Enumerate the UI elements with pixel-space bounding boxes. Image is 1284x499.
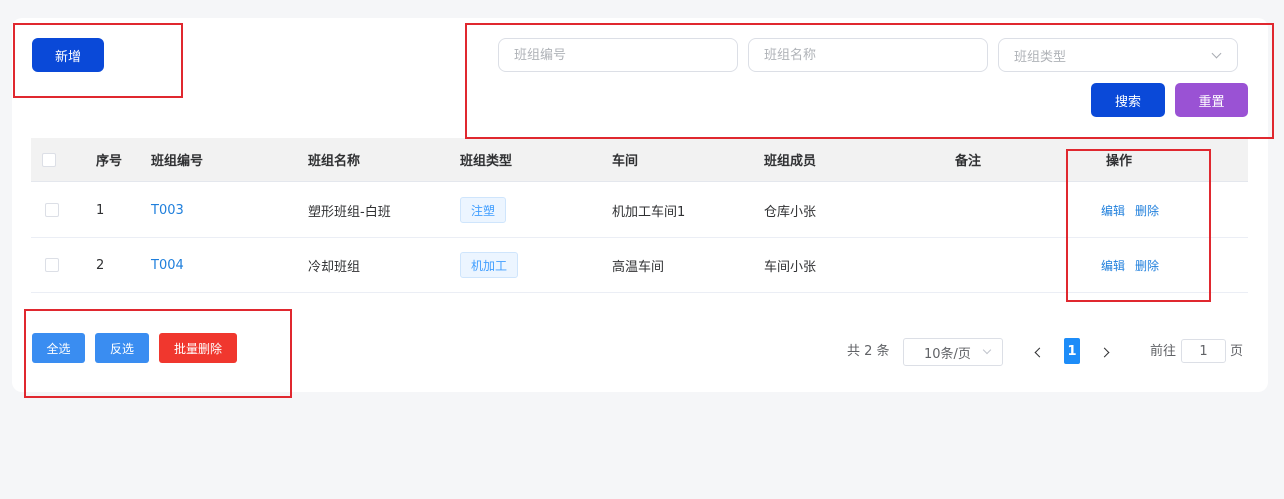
- row-actions: 编辑 删除: [1101, 183, 1169, 237]
- pagination-total: 共 2 条: [847, 344, 890, 359]
- header-remark: 备注: [955, 154, 982, 169]
- row-checkbox-cell: [45, 183, 59, 237]
- chevron-down-icon: [982, 345, 992, 355]
- goto-page-input[interactable]: [1181, 339, 1226, 363]
- type-tag: 注塑: [460, 197, 507, 223]
- edit-link[interactable]: 编辑: [1101, 202, 1125, 219]
- goto-label: 前往: [1150, 344, 1177, 359]
- row-type-cell: 机加工: [460, 238, 519, 292]
- delete-link[interactable]: 删除: [1135, 202, 1159, 219]
- row-type-cell: 注塑: [460, 183, 507, 237]
- header-code: 班组编号: [151, 154, 204, 169]
- search-button[interactable]: 搜索: [1091, 83, 1165, 117]
- row-name: 冷却班组: [308, 259, 361, 275]
- header-actions: 操作: [1106, 154, 1133, 169]
- page-size-value: 10条/页: [924, 346, 971, 362]
- row-checkbox-cell: [45, 238, 59, 292]
- row-code-link[interactable]: T004: [151, 238, 184, 292]
- goto-suffix: 页: [1230, 344, 1244, 359]
- row-members: 车间小张: [764, 259, 817, 275]
- team-code-input[interactable]: [498, 38, 738, 72]
- header-workshop: 车间: [612, 154, 639, 169]
- delete-link[interactable]: 删除: [1135, 257, 1159, 274]
- table-row: 2 T004 冷却班组 机加工 高温车间 车间小张 编辑 删除: [31, 238, 1248, 293]
- next-page-button[interactable]: [1096, 338, 1116, 366]
- table-row: 1 T003 塑形班组-白班 注塑 机加工车间1 仓库小张 编辑 删除: [31, 183, 1248, 238]
- header-checkbox-cell: [42, 138, 56, 181]
- batch-delete-button[interactable]: 批量删除: [159, 333, 237, 363]
- row-index: 2: [96, 257, 105, 273]
- row-workshop: 机加工车间1: [612, 204, 686, 220]
- chevron-left-icon: [1034, 347, 1045, 357]
- row-name: 塑形班组-白班: [308, 204, 391, 220]
- row-code-link[interactable]: T003: [151, 183, 184, 237]
- invert-selection-button[interactable]: 反选: [95, 333, 149, 363]
- row-checkbox[interactable]: [45, 203, 59, 217]
- header-members: 班组成员: [764, 154, 817, 169]
- header-type: 班组类型: [460, 154, 513, 169]
- select-all-checkbox[interactable]: [42, 152, 56, 167]
- team-type-placeholder: 班组类型: [1014, 49, 1067, 65]
- page-size-select[interactable]: 10条/页: [903, 338, 1003, 366]
- row-index: 1: [96, 202, 105, 218]
- table-header: 序号 班组编号 班组名称 班组类型 车间 班组成员 备注 操作: [31, 138, 1248, 182]
- team-type-select[interactable]: 班组类型: [998, 38, 1238, 72]
- prev-page-button[interactable]: [1028, 338, 1048, 366]
- chevron-right-icon: [1099, 347, 1110, 357]
- add-button[interactable]: 新增: [32, 38, 104, 72]
- row-workshop: 高温车间: [612, 259, 665, 275]
- chevron-down-icon: [1211, 48, 1222, 58]
- select-all-button[interactable]: 全选: [32, 333, 85, 363]
- current-page-button[interactable]: 1: [1064, 338, 1080, 364]
- row-actions: 编辑 删除: [1101, 238, 1169, 292]
- type-tag: 机加工: [460, 252, 519, 278]
- team-name-input[interactable]: [748, 38, 988, 72]
- row-checkbox[interactable]: [45, 258, 59, 272]
- edit-link[interactable]: 编辑: [1101, 257, 1125, 274]
- reset-button[interactable]: 重置: [1175, 83, 1248, 117]
- row-members: 仓库小张: [764, 204, 817, 220]
- header-index: 序号: [96, 154, 123, 169]
- header-name: 班组名称: [308, 154, 361, 169]
